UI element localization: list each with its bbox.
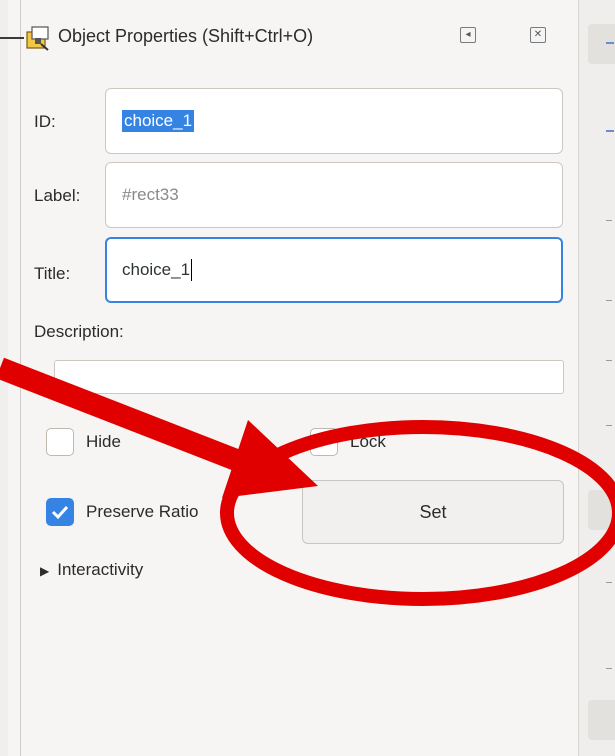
annotation-circle: [220, 420, 615, 606]
annotation-arrow-shaft: [0, 357, 266, 481]
red-annotation-overlay: [0, 357, 615, 606]
